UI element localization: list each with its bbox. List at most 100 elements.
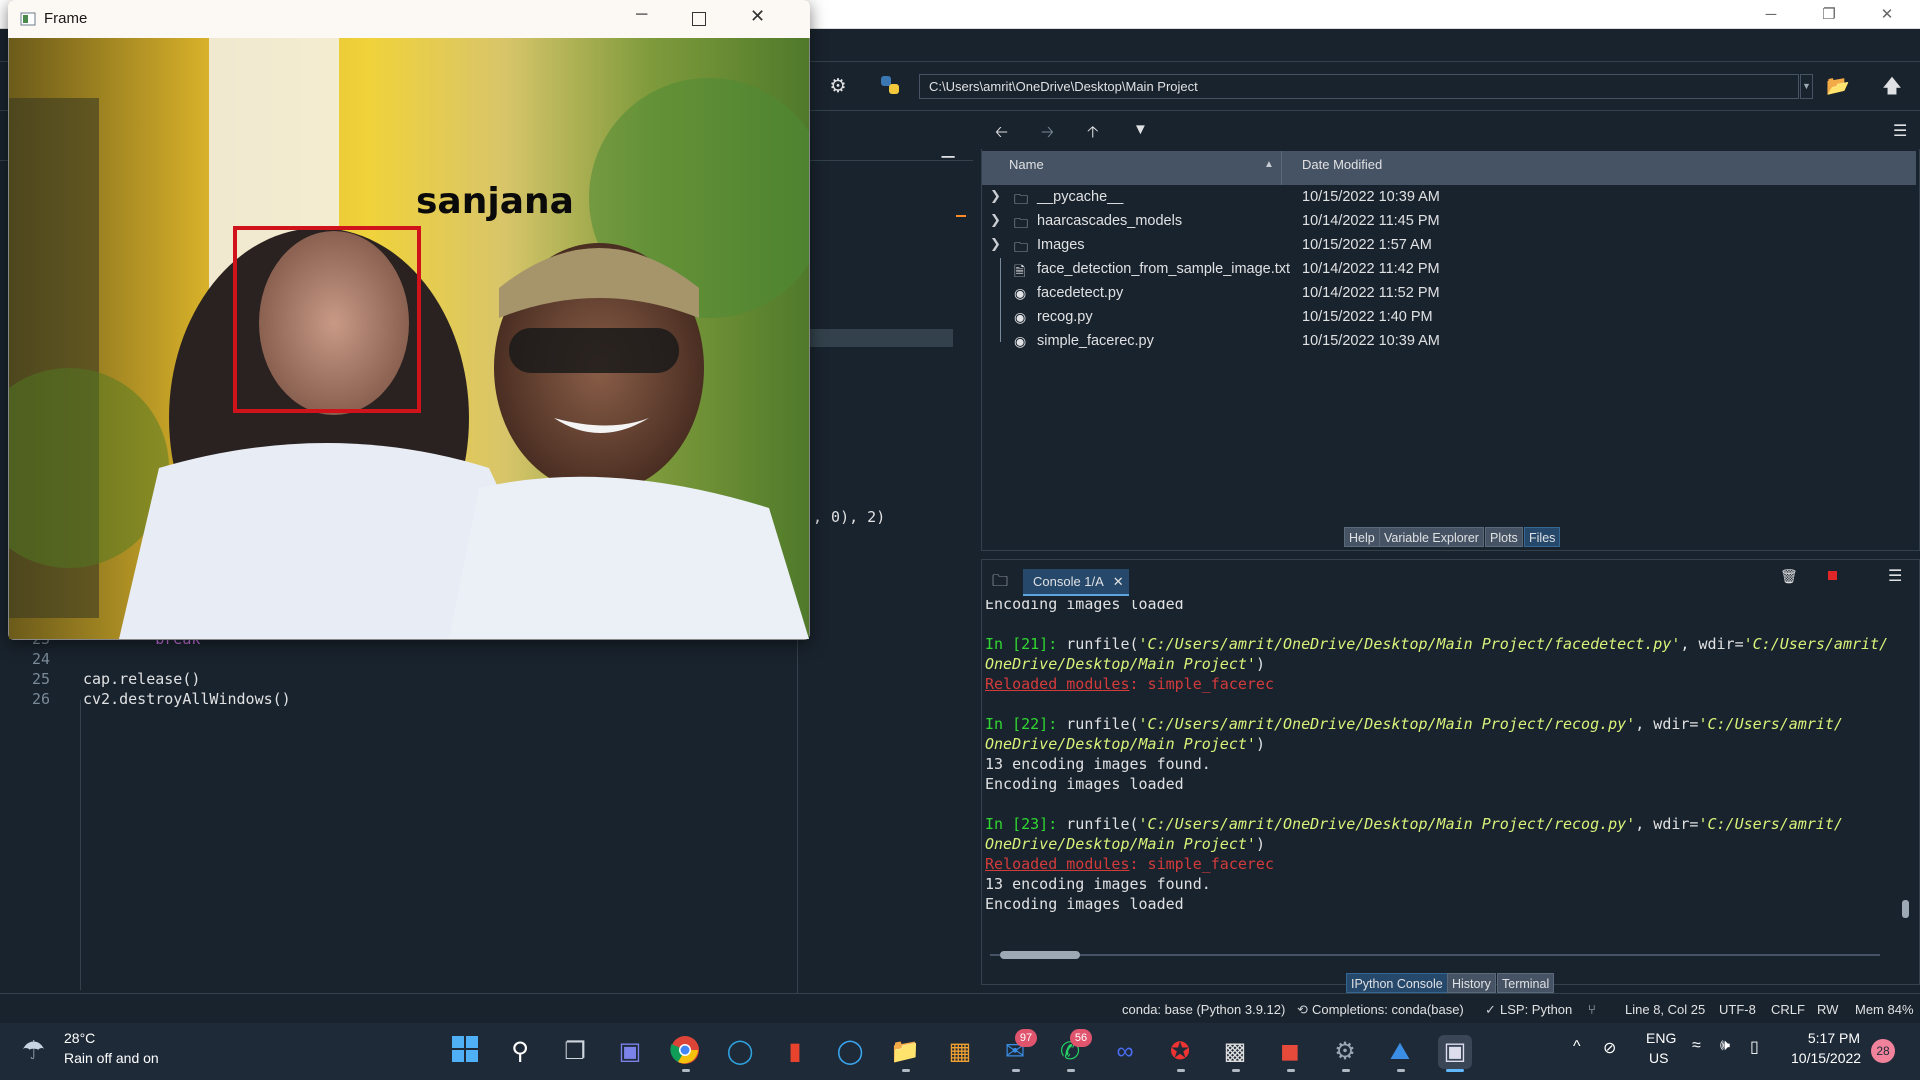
up-arrow-icon[interactable]: 🡡 — [1087, 121, 1099, 148]
weather-temperature[interactable]: 28°C — [64, 1030, 95, 1046]
console-output[interactable]: Encoding images loaded In [21]: runfile(… — [985, 600, 1890, 942]
frame-titlebar[interactable]: Frame ─ ✕ — [8, 0, 810, 38]
app-icon[interactable]: ∞ — [1108, 1035, 1142, 1069]
edge-icon[interactable]: ◯ — [723, 1035, 757, 1069]
task-view-icon[interactable]: ❐ — [558, 1035, 592, 1069]
tab-help[interactable]: Help — [1344, 527, 1380, 547]
console-string: 'C:/Users/amrit/ — [1743, 635, 1889, 653]
tab-history[interactable]: History — [1447, 973, 1496, 993]
weather-rain-icon[interactable]: ☂ — [22, 1035, 45, 1066]
chat-icon[interactable]: ▣ — [613, 1035, 647, 1069]
trash-icon[interactable]: 🗑 — [1780, 568, 1798, 585]
forward-arrow-icon[interactable]: 🡢 — [1041, 121, 1054, 148]
volume-icon[interactable]: 🕪 — [1720, 1037, 1730, 1055]
frame-close-button[interactable]: ✕ — [750, 6, 765, 27]
console-text: , wdir= — [1635, 815, 1699, 833]
status-memory: Mem 84% — [1855, 1002, 1914, 1017]
python-path-icon[interactable] — [877, 74, 903, 100]
search-icon[interactable]: ⚲ — [503, 1035, 537, 1069]
frame-maximize-button[interactable] — [692, 12, 706, 26]
file-explorer-icon[interactable]: 📁 — [888, 1035, 922, 1069]
status-rw: RW — [1817, 1002, 1839, 1017]
tab-plots[interactable]: Plots — [1485, 527, 1523, 547]
console-prompt: In [22]: — [985, 715, 1058, 733]
console-line: 13 encoding images found. — [985, 755, 1211, 773]
working-directory-field[interactable]: C:\Users\amrit\OneDrive\Desktop\Main Pro… — [919, 74, 1799, 99]
tab-console[interactable]: Console 1/A ✕ — [1023, 569, 1129, 596]
close-icon[interactable]: ✕ — [1113, 574, 1124, 589]
console-options-icon[interactable]: ☰ — [1888, 566, 1902, 586]
console-string: OneDrive/Desktop/Main Project' — [985, 835, 1256, 853]
frame-app-taskbar-icon[interactable]: ▣ — [1438, 1035, 1472, 1069]
microsoft-store-icon[interactable]: ▦ — [943, 1035, 977, 1069]
spyder-icon[interactable]: ✪ — [1163, 1035, 1197, 1069]
column-name[interactable]: Name — [1009, 157, 1044, 172]
console-reloaded-value: : simple_facerec — [1129, 855, 1275, 873]
settings-icon[interactable]: ⚙ — [1328, 1035, 1362, 1069]
wifi-icon[interactable]: ≈ — [1692, 1037, 1701, 1055]
status-cursor-position: Line 8, Col 25 — [1625, 1002, 1706, 1017]
running-indicator — [1012, 1069, 1020, 1072]
chevron-right-icon[interactable]: ❯ — [990, 236, 1001, 252]
weather-description[interactable]: Rain off and on — [64, 1050, 159, 1066]
tab-terminal[interactable]: Terminal — [1497, 973, 1555, 993]
office-icon[interactable]: ▮ — [778, 1035, 812, 1069]
browse-folder-icon[interactable]: 📂 — [1825, 74, 1851, 100]
network-disabled-icon[interactable]: ⊘ — [1603, 1038, 1616, 1058]
check-icon: ✓ — [1485, 1002, 1496, 1017]
file-row[interactable]: ❯ 🗀 __pycache__ 10/15/2022 10:39 AM — [982, 186, 1916, 210]
app-red-icon[interactable]: ◼ — [1273, 1035, 1307, 1069]
scroll-thumb[interactable] — [1902, 900, 1909, 918]
chrome-icon[interactable] — [668, 1035, 702, 1069]
chevron-right-icon[interactable]: ❯ — [990, 212, 1001, 228]
frame-minimize-button[interactable]: ─ — [636, 6, 647, 24]
clock-time[interactable]: 5:17 PM — [1795, 1030, 1860, 1046]
console-vertical-scrollbar[interactable] — [1898, 600, 1912, 940]
file-row[interactable]: ❯ 🗀 haarcascades_models 10/14/2022 11:45… — [982, 210, 1916, 234]
file-date: 10/15/2022 1:40 PM — [1302, 309, 1433, 325]
region-indicator[interactable]: US — [1649, 1050, 1668, 1066]
browse-tabs-icon[interactable]: 🗀 — [992, 570, 1008, 597]
git-branch-icon: ⑂ — [1588, 1002, 1596, 1017]
folder-icon: 🗀 — [1014, 239, 1028, 255]
language-indicator[interactable]: ENG — [1646, 1030, 1676, 1046]
photos-icon[interactable]: ⛰ — [1383, 1035, 1417, 1069]
line-number: 26 — [31, 690, 50, 708]
file-row[interactable]: ◉ simple_facerec.py 10/15/2022 10:39 AM — [982, 330, 1916, 354]
file-name: simple_facerec.py — [1037, 333, 1154, 349]
terminal-icon[interactable]: ▩ — [1218, 1035, 1252, 1069]
editor-scrollbar[interactable] — [797, 161, 973, 993]
frame-app-icon — [20, 11, 36, 27]
spyder-minimize-button[interactable]: ─ — [1742, 0, 1800, 29]
windows-start-icon[interactable] — [448, 1035, 482, 1069]
chevron-right-icon[interactable]: ❯ — [990, 188, 1001, 204]
console-horizontal-scrollbar[interactable] — [990, 949, 1890, 961]
tab-ipython-console[interactable]: IPython Console — [1346, 973, 1448, 993]
battery-icon[interactable]: ▯ — [1750, 1037, 1759, 1057]
status-environment[interactable]: conda: base (Python 3.9.12) — [1122, 1002, 1285, 1017]
back-arrow-icon[interactable]: 🡠 — [995, 121, 1008, 148]
parent-directory-icon[interactable]: 🡅 — [1879, 74, 1905, 100]
chevron-down-icon[interactable]: ▼ — [1800, 74, 1813, 99]
column-date-modified[interactable]: Date Modified — [1302, 157, 1382, 172]
console-string: 'C:/Users/amrit/OneDrive/Desktop/Main Pr… — [1138, 715, 1636, 733]
file-row[interactable]: ◉ facedetect.py 10/14/2022 11:52 PM — [982, 282, 1916, 306]
console-string: OneDrive/Desktop/Main Project' — [985, 655, 1256, 673]
clock-date[interactable]: 10/15/2022 — [1791, 1050, 1861, 1066]
notification-badge[interactable]: 28 — [1871, 1039, 1895, 1063]
console-text: , wdir= — [1635, 715, 1699, 733]
file-row[interactable]: ❯ 🗀 Images 10/15/2022 1:57 AM — [982, 234, 1916, 258]
file-row[interactable]: ◉ recog.py 10/15/2022 1:40 PM — [982, 306, 1916, 330]
filter-icon[interactable]: ▼ — [1133, 121, 1148, 138]
spyder-close-button[interactable]: ✕ — [1858, 0, 1916, 29]
stop-icon[interactable] — [1828, 571, 1837, 580]
tab-files[interactable]: Files — [1524, 527, 1561, 547]
spyder-restore-button[interactable]: ❐ — [1800, 0, 1858, 29]
scroll-thumb[interactable] — [1000, 951, 1080, 959]
wrench-icon[interactable]: ⚙ — [825, 74, 851, 100]
tab-variable-explorer[interactable]: Variable Explorer — [1379, 527, 1484, 547]
cortana-icon[interactable]: ◯ — [833, 1035, 867, 1069]
file-row[interactable]: 🗎 face_detection_from_sample_image.txt 1… — [982, 258, 1916, 282]
files-options-icon[interactable]: ☰ — [1893, 121, 1907, 141]
chevron-up-icon[interactable]: ^ — [1573, 1038, 1581, 1056]
